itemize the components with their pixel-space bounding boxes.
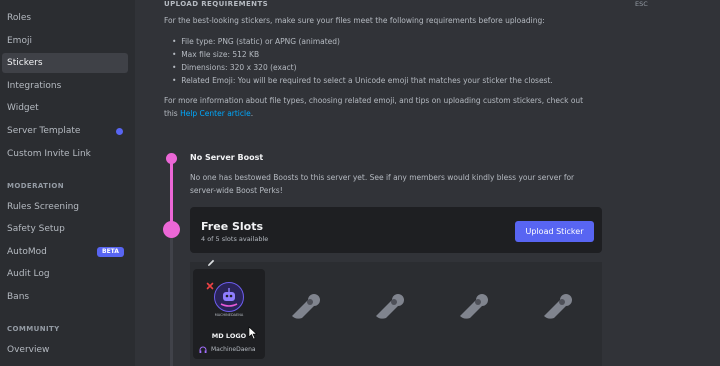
requirement-item: • File type: PNG (static) or APNG (anima… bbox=[172, 37, 340, 46]
requirement-text: File type: PNG (static) or APNG (animate… bbox=[181, 37, 340, 46]
section-header-moderation: MODERATION bbox=[7, 182, 64, 190]
empty-slot-icon bbox=[292, 294, 320, 319]
sidebar-item-roles[interactable]: Roles bbox=[2, 8, 128, 28]
section-header-community: COMMUNITY bbox=[7, 325, 60, 333]
requirement-item: • Max file size: 512 KB bbox=[172, 50, 260, 59]
help-info-prefix: this bbox=[164, 109, 178, 118]
requirements-intro: For the best-looking stickers, make sure… bbox=[164, 16, 545, 25]
boost-tier-rail-continuation bbox=[170, 238, 173, 366]
sticker-logo-text: MACHINEDAENA bbox=[214, 313, 244, 317]
robot-logo-icon bbox=[220, 288, 238, 307]
requirement-item: • Dimensions: 320 x 320 (exact) bbox=[172, 63, 297, 72]
sidebar-item-label: AutoMod bbox=[7, 247, 47, 257]
tier-title: No Server Boost bbox=[190, 153, 264, 162]
pencil-icon[interactable] bbox=[206, 258, 216, 268]
slots-available-count: 4 of 5 slots available bbox=[201, 235, 269, 243]
headset-icon bbox=[199, 346, 207, 353]
tier-node-free-slots bbox=[163, 221, 180, 238]
sidebar-item-safety-setup[interactable]: Safety Setup bbox=[2, 219, 128, 239]
empty-slot-icon bbox=[460, 294, 488, 319]
tier-description: No one has bestowed Boosts to this serve… bbox=[190, 173, 575, 182]
requirement-text: Max file size: 512 KB bbox=[181, 50, 260, 59]
sidebar-item-server-template[interactable]: Server Template bbox=[2, 121, 128, 141]
help-info-line2: this Help Center article. bbox=[164, 109, 253, 118]
free-slots-card: Free Slots 4 of 5 slots available Upload… bbox=[190, 207, 602, 253]
upload-sticker-button[interactable]: Upload Sticker bbox=[515, 221, 594, 242]
sidebar-item-bans[interactable]: Bans bbox=[2, 287, 128, 307]
esc-label[interactable]: ESC bbox=[635, 0, 648, 8]
requirement-item: • Related Emoji: You will be required to… bbox=[172, 76, 553, 85]
sidebar-item-widget[interactable]: Widget bbox=[2, 98, 128, 118]
tier-description-2: server-wide Boost Perks! bbox=[190, 186, 283, 195]
help-info-suffix: . bbox=[250, 109, 254, 118]
help-center-link[interactable]: Help Center article bbox=[180, 109, 251, 118]
sidebar-item-label: Server Template bbox=[7, 126, 81, 136]
sidebar-item-automod[interactable]: AutoMod BETA bbox=[2, 242, 128, 262]
stickers-settings-panel: UPLOAD REQUIREMENTS ESC For the best-loo… bbox=[135, 0, 720, 366]
requirement-text: Related Emoji: You will be required to s… bbox=[181, 76, 553, 85]
tier-node-no-boost bbox=[166, 153, 177, 164]
beta-badge: BETA bbox=[97, 247, 124, 257]
sticker-card[interactable]: MACHINEDAENA MD LOGO MachineDaena bbox=[193, 269, 265, 359]
sidebar-item-audit-log[interactable]: Audit Log bbox=[2, 264, 128, 284]
mouse-cursor-icon bbox=[248, 326, 258, 340]
sidebar-item-custom-invite-link[interactable]: Custom Invite Link bbox=[2, 144, 128, 164]
close-icon[interactable] bbox=[205, 281, 215, 291]
help-info-text: For more information about file types, c… bbox=[164, 96, 584, 105]
sidebar-item-integrations[interactable]: Integrations bbox=[2, 76, 128, 96]
sticker-logo-image bbox=[214, 282, 244, 312]
empty-slot-icon bbox=[544, 294, 572, 319]
sidebar-item-overview[interactable]: Overview bbox=[2, 340, 128, 360]
empty-slot-icon bbox=[376, 294, 404, 319]
sidebar-item-rules-screening[interactable]: Rules Screening bbox=[2, 197, 128, 217]
owner-name: MachineDaena bbox=[211, 346, 256, 353]
free-slots-title: Free Slots bbox=[201, 220, 264, 233]
settings-sidebar: Roles Emoji Stickers Integrations Widget… bbox=[0, 0, 135, 366]
new-indicator-dot bbox=[116, 128, 123, 135]
sidebar-item-stickers[interactable]: Stickers bbox=[2, 53, 128, 73]
requirement-text: Dimensions: 320 x 320 (exact) bbox=[181, 63, 297, 72]
upload-requirements-header: UPLOAD REQUIREMENTS bbox=[164, 0, 269, 8]
sidebar-item-emoji[interactable]: Emoji bbox=[2, 31, 128, 51]
